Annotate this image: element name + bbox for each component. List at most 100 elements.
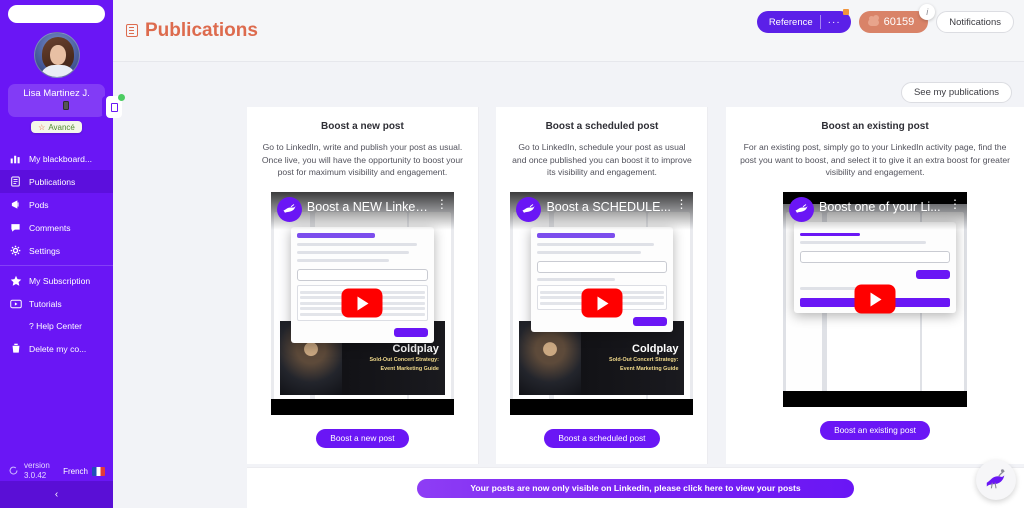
card-boost-scheduled-post: Boost a scheduled post Go to LinkedIn, s… <box>496 107 709 464</box>
coldplay-sub1: Sold-Out Concert Strategy: <box>369 356 439 363</box>
letterbox-bottom <box>270 398 454 415</box>
card-title: Boost an existing post <box>821 121 929 132</box>
sidebar: Lisa Martinez J. ☆ Avancé My blackboard.… <box>0 0 113 508</box>
user-name-label: Lisa Martinez J. <box>23 88 90 99</box>
gear-icon <box>9 245 22 256</box>
plan-badge-label: Avancé <box>48 122 75 132</box>
chart-bar-icon <box>9 153 22 164</box>
bottom-panel: Your posts are now only visible on Linke… <box>247 467 1024 508</box>
app-root: Lisa Martinez J. ☆ Avancé My blackboard.… <box>0 0 1024 508</box>
version-word: version <box>24 461 50 470</box>
document-icon <box>9 176 22 187</box>
letterbox-bottom <box>783 390 968 407</box>
avatar-body <box>39 65 76 77</box>
avatar[interactable] <box>33 32 80 78</box>
sidebar-item-pods[interactable]: Pods <box>0 193 113 216</box>
video-thumbnail[interactable]: Boost one of your Li... ⋮ <box>783 191 968 407</box>
boost-cards: Boost a new post Go to LinkedIn, write a… <box>247 107 1024 464</box>
card-title: Boost a new post <box>321 121 404 132</box>
mascot-help-button[interactable] <box>976 460 1016 500</box>
sidebar-item-delete-my-account[interactable]: Delete my co... <box>0 337 113 360</box>
sidebar-item-label: Comments <box>29 222 71 233</box>
boost-new-post-button[interactable]: Boost a new post <box>316 428 409 448</box>
see-my-publications-label: See my publications <box>913 87 999 98</box>
language-label: French <box>63 466 88 476</box>
sidebar-item-label: My Subscription <box>29 276 91 286</box>
megaphone-icon <box>9 199 22 210</box>
card-boost-existing-post: Boost an existing post For an existing p… <box>726 107 1024 464</box>
sidebar-item-comments[interactable]: Comments <box>0 216 113 239</box>
channel-avatar-icon[interactable] <box>789 196 815 222</box>
plan-badge[interactable]: ☆ Avancé <box>31 121 82 133</box>
channel-avatar-icon[interactable] <box>276 196 302 222</box>
card-gap <box>479 107 497 464</box>
star-icon <box>9 275 22 287</box>
coldplay-title: Coldplay <box>632 342 679 355</box>
info-icon[interactable]: i <box>919 4 936 20</box>
french-flag-icon <box>92 466 105 476</box>
language-selector[interactable]: French <box>63 466 105 476</box>
sidebar-item-help-center[interactable]: ? Help Center <box>0 315 113 337</box>
sidebar-item-label: Pods <box>29 199 49 210</box>
sidebar-item-label: Tutorials <box>29 299 62 309</box>
sidebar-item-publications[interactable]: Publications <box>0 170 113 193</box>
notifications-button[interactable]: Notifications <box>936 11 1014 33</box>
credits-badge[interactable]: 60159 i <box>858 4 936 33</box>
mobile-phone-icon <box>62 101 69 110</box>
reference-button[interactable]: Reference ··· <box>756 9 851 33</box>
letterbox-bottom <box>510 398 694 415</box>
screenshot-modal <box>291 227 434 344</box>
sidebar-item-label: ? Help Center <box>29 321 83 331</box>
video-more-icon[interactable]: ⋮ <box>436 198 448 210</box>
refresh-icon[interactable] <box>8 465 19 478</box>
reference-divider <box>819 15 821 29</box>
sidebar-item-my-blackboard[interactable]: My blackboard... <box>0 147 113 170</box>
play-button[interactable] <box>341 288 383 318</box>
view-posts-banner[interactable]: Your posts are now only visible on Linke… <box>417 478 854 498</box>
play-button[interactable] <box>581 288 623 318</box>
topbar: Publications Reference ··· 60159 i Notif… <box>113 0 1024 62</box>
notifications-label: Notifications <box>949 16 1001 28</box>
publications-icon <box>126 24 138 37</box>
topbar-actions: Reference ··· 60159 i Notifications <box>756 4 1014 33</box>
coldplay-sub2: Event Marketing Guide <box>380 365 439 372</box>
channel-avatar-icon[interactable] <box>516 196 542 222</box>
play-button[interactable] <box>854 284 896 314</box>
sidebar-search-input[interactable] <box>8 5 105 23</box>
boost-existing-post-button[interactable]: Boost an existing post <box>820 420 931 440</box>
sidebar-item-settings[interactable]: Settings <box>0 239 113 262</box>
video-more-icon[interactable]: ⋮ <box>675 198 687 210</box>
card-gap <box>708 107 726 464</box>
page-title: Publications <box>126 20 258 42</box>
sidebar-item-tutorials[interactable]: Tutorials <box>0 293 113 315</box>
view-posts-banner-label: Your posts are now only visible on Linke… <box>470 483 801 493</box>
reference-more-icon[interactable]: ··· <box>828 17 845 28</box>
card-boost-new-post: Boost a new post Go to LinkedIn, write a… <box>247 107 479 464</box>
video-thumbnail[interactable]: Coldplay Sold-Out Concert Strategy: Even… <box>510 191 694 415</box>
coldplay-sub1: Sold-Out Concert Strategy: <box>608 356 679 363</box>
video-more-icon[interactable]: ⋮ <box>949 198 961 210</box>
coldplay-sub2: Event Marketing Guide <box>620 365 679 372</box>
credits-value: 60159 <box>883 16 915 28</box>
video-title: Boost a SCHEDULE... <box>546 199 671 214</box>
sidebar-divider <box>0 265 113 266</box>
coldplay-title: Coldplay <box>392 342 439 355</box>
avatar-face <box>49 45 66 65</box>
card-description: For an existing post, simply go to your … <box>740 142 1010 177</box>
user-name-chip[interactable]: Lisa Martinez J. <box>8 84 105 117</box>
see-my-publications-button[interactable]: See my publications <box>900 82 1012 103</box>
avatar-wrapper <box>0 32 113 78</box>
sidebar-item-label: Settings <box>29 245 61 256</box>
sidebar-item-label: My blackboard... <box>29 153 93 164</box>
video-title: Boost a NEW Linked... <box>306 199 432 214</box>
page-title-label: Publications <box>145 19 258 41</box>
version-label: version 3.0.42 <box>24 461 50 481</box>
sidebar-footer: version 3.0.42 French <box>0 461 113 481</box>
sidebar-item-my-subscription[interactable]: My Subscription <box>0 269 113 293</box>
video-icon <box>9 299 22 309</box>
main-content: Publications Reference ··· 60159 i Notif… <box>113 0 1024 508</box>
boost-scheduled-post-button[interactable]: Boost a scheduled post <box>544 428 660 448</box>
sidebar-collapse-button[interactable]: ‹ <box>0 481 113 508</box>
video-title: Boost one of your Li... <box>819 199 941 214</box>
video-thumbnail[interactable]: Coldplay Sold-Out Concert Strategy: Even… <box>270 191 454 415</box>
